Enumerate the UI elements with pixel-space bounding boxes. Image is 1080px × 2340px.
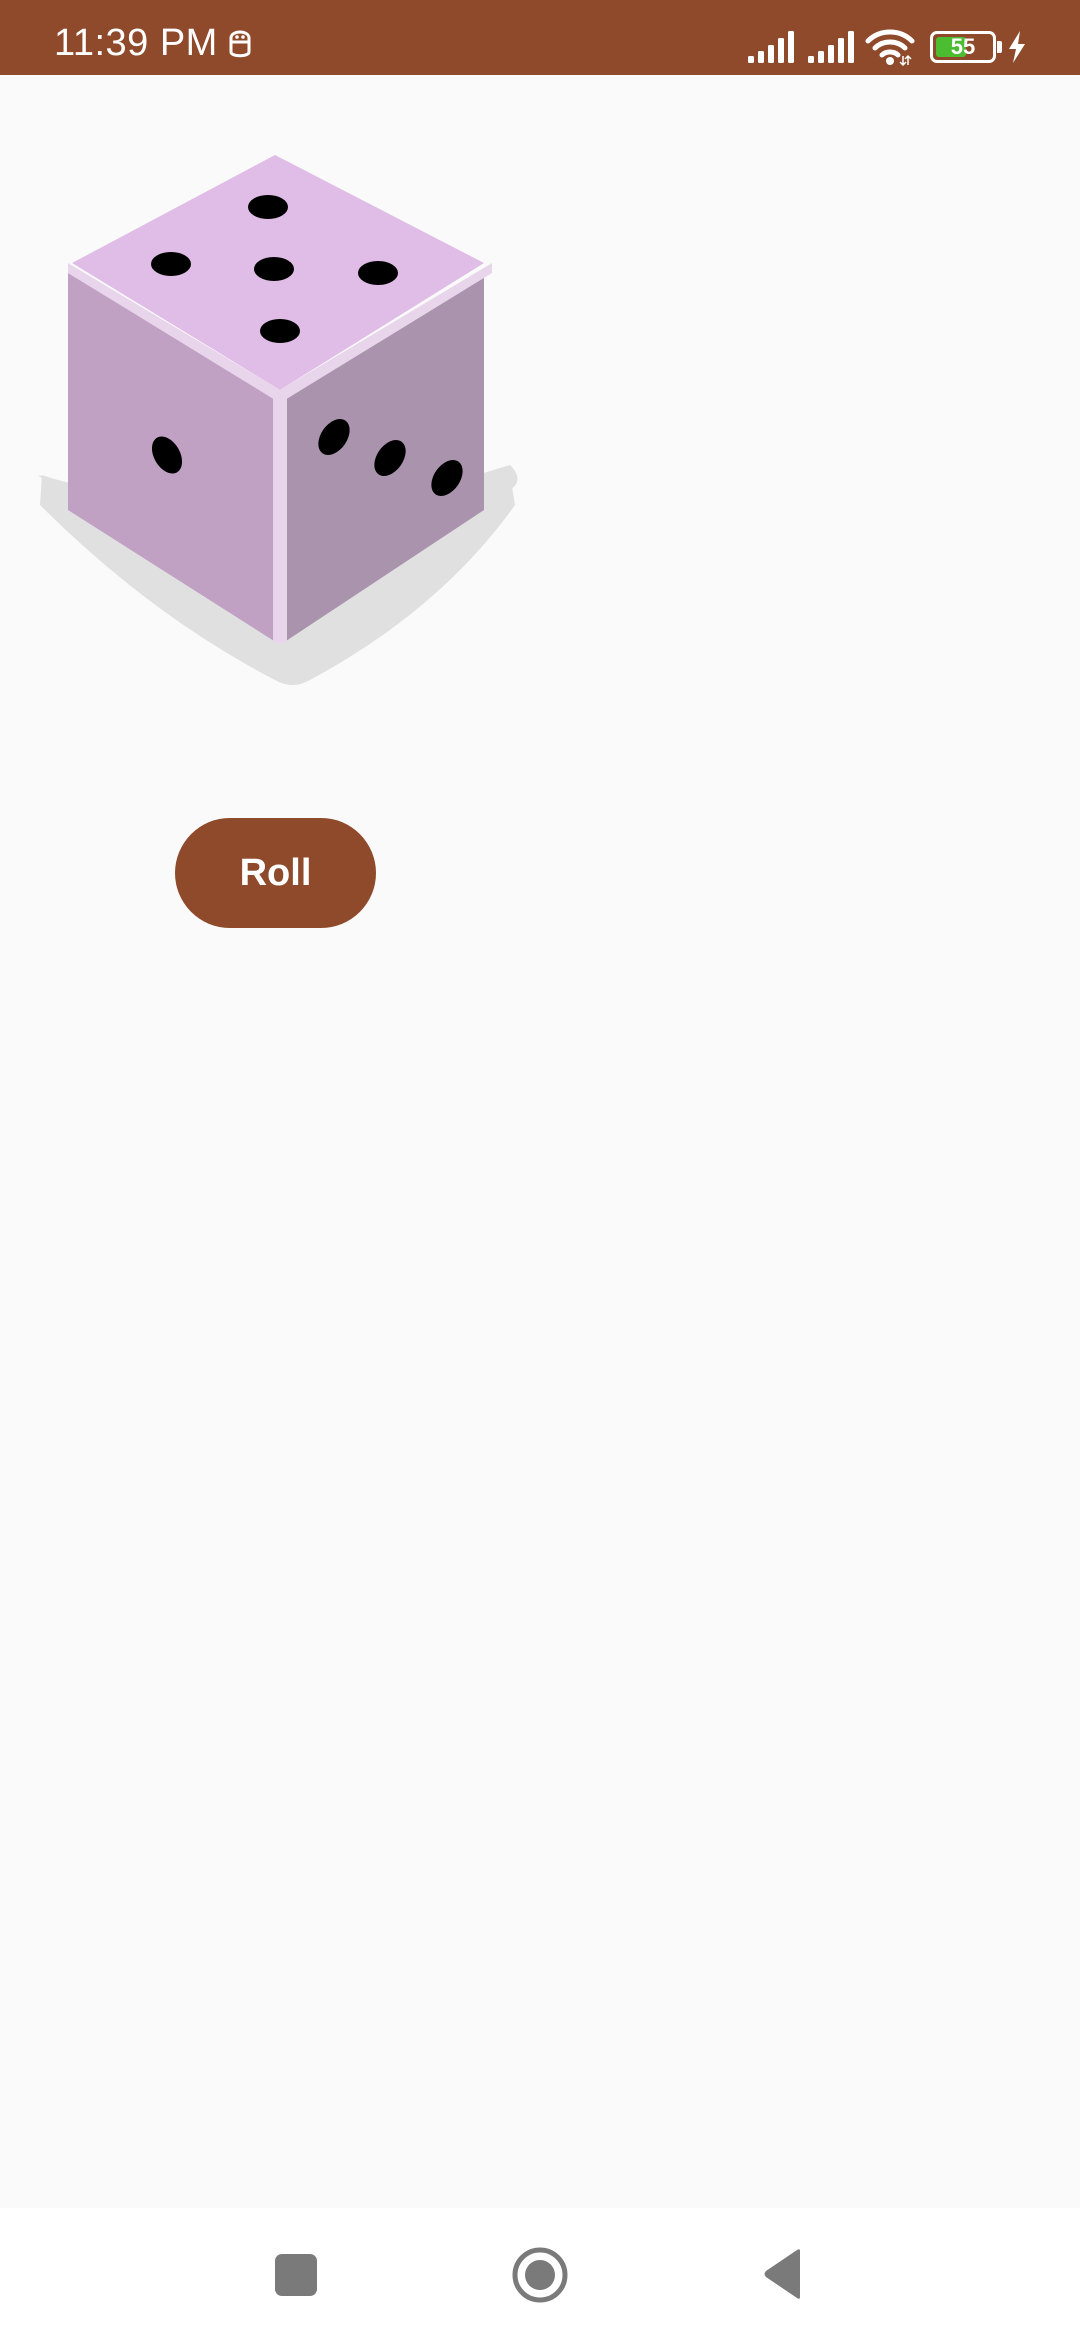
- dice-pip: [260, 319, 300, 343]
- dice-roller-screen: 11:39 PM 55 Roll: [0, 0, 1080, 2340]
- home-icon[interactable]: [511, 2246, 569, 2304]
- dice-pip: [248, 195, 288, 219]
- wifi-icon: [865, 29, 915, 66]
- navigation-bar: [0, 2208, 1080, 2340]
- dice-image: [38, 155, 518, 685]
- app-notification-icon: [229, 30, 251, 58]
- signal-icon: [808, 31, 854, 63]
- roll-button[interactable]: Roll: [175, 818, 376, 928]
- dice-pip: [358, 261, 398, 285]
- status-time: 11:39 PM: [54, 22, 218, 64]
- dice-pip: [151, 252, 191, 276]
- status-bar: 11:39 PM 55: [0, 0, 1080, 75]
- battery-icon: 55: [930, 31, 996, 63]
- dice-pip: [254, 257, 294, 281]
- recents-icon[interactable]: [275, 2254, 317, 2296]
- battery-tip: [997, 41, 1002, 53]
- dice-edge: [273, 395, 287, 643]
- charging-icon: [1009, 31, 1025, 63]
- back-icon[interactable]: [762, 2248, 804, 2300]
- signal-icon: [748, 31, 794, 63]
- battery-level: 55: [950, 34, 976, 59]
